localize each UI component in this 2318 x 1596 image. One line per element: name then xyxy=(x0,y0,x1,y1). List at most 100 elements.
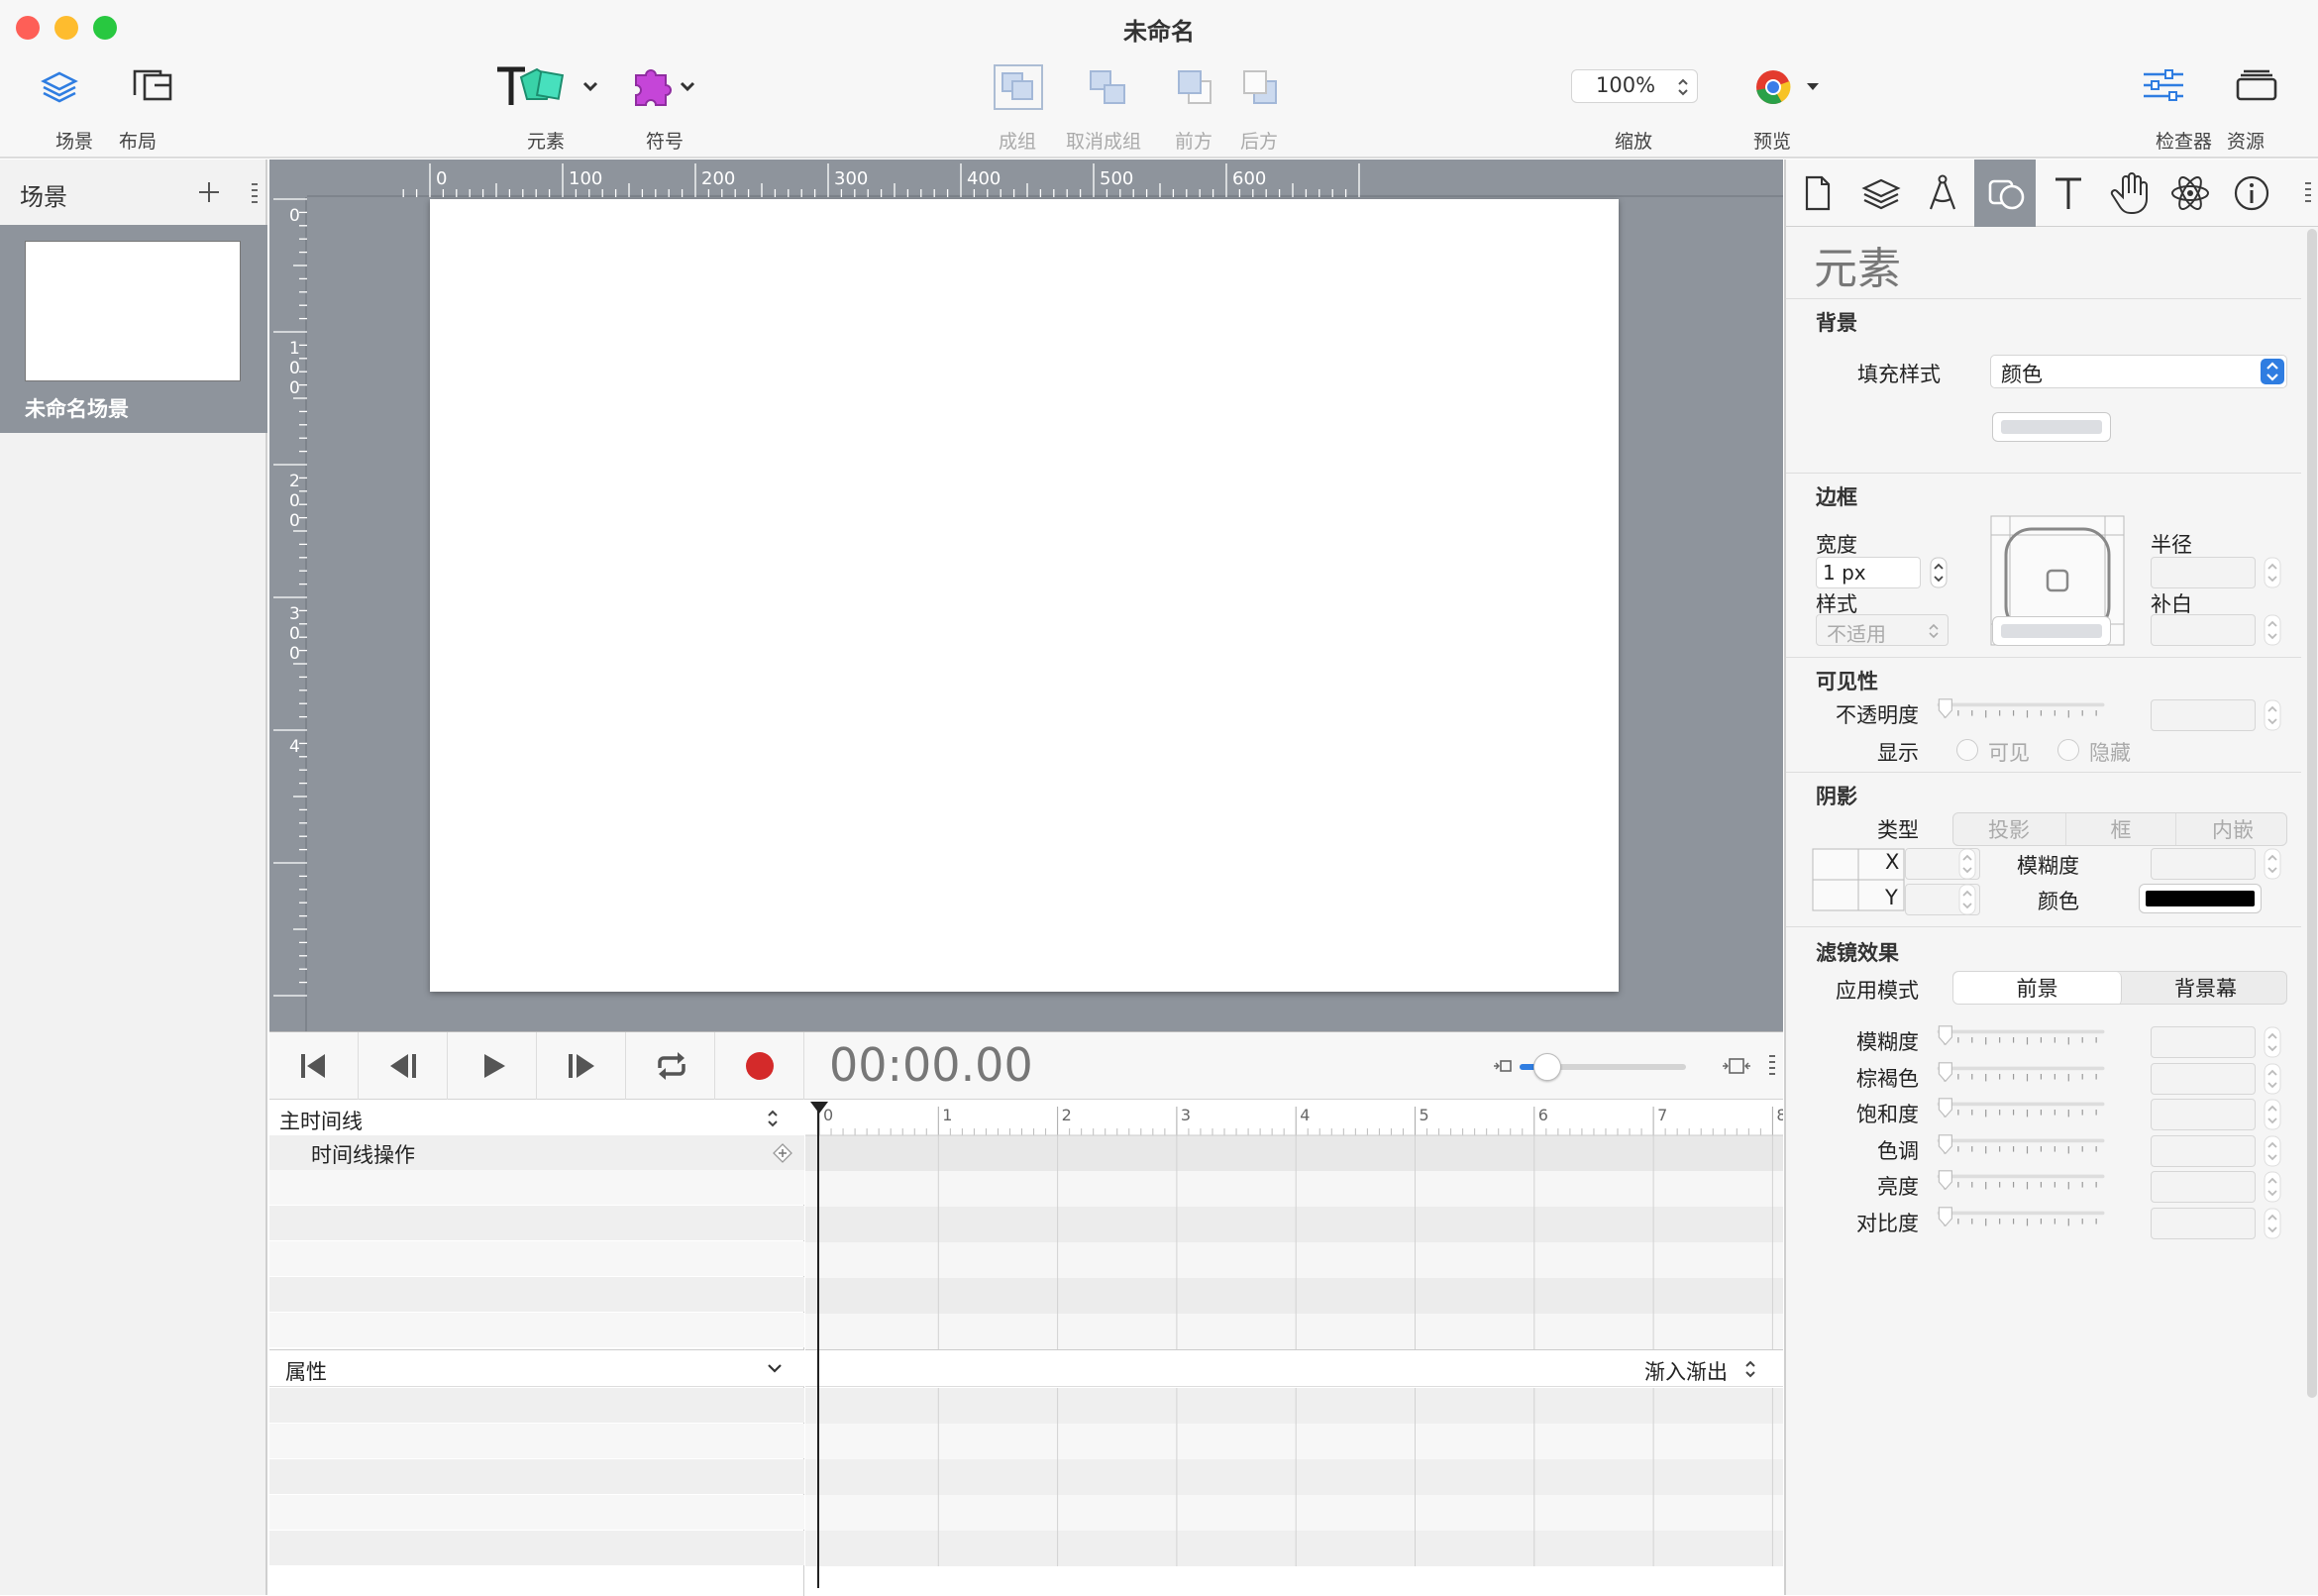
border-radius-field[interactable] xyxy=(2151,557,2256,588)
send-back-button[interactable] xyxy=(1238,65,1284,115)
resize-handle-icon[interactable] xyxy=(1767,1052,1777,1080)
shadow-color-swatch[interactable] xyxy=(2139,884,2262,913)
scene-item[interactable]: 未命名场景 xyxy=(0,225,267,433)
fill-style-select[interactable]: 颜色 xyxy=(1990,355,2287,388)
main-timeline-row[interactable]: 主时间线 xyxy=(269,1101,804,1135)
stepper-icon[interactable] xyxy=(1930,557,1948,588)
stepper-icon[interactable] xyxy=(2264,1135,2281,1167)
updown-icon[interactable] xyxy=(1744,1359,1756,1379)
tab-document[interactable] xyxy=(1786,160,1847,227)
stepper-icon[interactable] xyxy=(2264,1063,2281,1095)
timeline-actions-label: 时间线操作 xyxy=(311,1139,415,1169)
property-row xyxy=(269,1388,804,1423)
tab-physics[interactable] xyxy=(2159,160,2220,227)
resources-toolbar-button[interactable] xyxy=(2235,67,2278,107)
filter-contrast-slider[interactable] xyxy=(1929,1206,2113,1231)
filter-hue-slider[interactable] xyxy=(1929,1133,2113,1159)
border-width-field[interactable]: 1 px xyxy=(1816,557,1921,588)
shadow-blur-label: 模糊度 xyxy=(1974,850,2079,880)
tab-identity[interactable] xyxy=(2220,160,2281,227)
previous-frame-button[interactable] xyxy=(359,1032,448,1100)
updown-icon[interactable] xyxy=(767,1109,779,1128)
stepper-icon[interactable] xyxy=(2264,699,2281,731)
border-style-select[interactable]: 不适用 xyxy=(1816,614,1949,646)
playhead[interactable] xyxy=(817,1103,819,1588)
record-button[interactable] xyxy=(715,1032,804,1100)
timeline-zoom-slider[interactable] xyxy=(1520,1064,1686,1070)
resize-handle-icon[interactable] xyxy=(2303,179,2313,207)
stepper-icon[interactable] xyxy=(2264,1026,2281,1058)
resize-handle-icon[interactable] xyxy=(250,181,260,207)
opacity-slider[interactable] xyxy=(1929,697,2113,723)
inspector-toolbar-button[interactable] xyxy=(2142,67,2185,107)
scenes-toolbar-button[interactable] xyxy=(40,67,79,111)
tab-element[interactable] xyxy=(1974,160,2036,227)
elements-toolbar-button[interactable] xyxy=(495,63,604,113)
filter-sepia-field[interactable] xyxy=(2151,1063,2256,1095)
preview-button[interactable] xyxy=(1753,67,1825,111)
properties-row[interactable]: 属性 xyxy=(269,1349,804,1387)
ruler-label: 500 xyxy=(1100,168,1133,189)
shadow-type-box[interactable]: 框 xyxy=(2065,813,2176,846)
padding-field[interactable] xyxy=(2151,614,2256,646)
filter-saturation-slider[interactable] xyxy=(1929,1097,2113,1122)
stepper-icon[interactable] xyxy=(2264,1171,2281,1203)
shadow-blur-field[interactable] xyxy=(2151,848,2256,880)
tab-typography[interactable] xyxy=(2036,160,2097,227)
layout-toolbar-button[interactable] xyxy=(131,67,174,107)
chevron-down-icon[interactable] xyxy=(767,1362,783,1374)
playhead-icon[interactable] xyxy=(809,1101,829,1115)
zoom-in-icon[interactable] xyxy=(1722,1054,1751,1078)
opacity-field[interactable] xyxy=(2151,699,2256,731)
timeline-second-label: 7 xyxy=(1657,1106,1667,1124)
border-color-swatch[interactable] xyxy=(1992,616,2111,646)
slider-knob[interactable] xyxy=(1533,1053,1561,1081)
filter-contrast-field[interactable] xyxy=(2151,1208,2256,1239)
easing-row[interactable]: 渐入渐出 xyxy=(805,1349,1783,1387)
ungroup-button[interactable] xyxy=(1085,65,1132,115)
stepper-icon[interactable] xyxy=(2264,1099,2281,1130)
add-scene-icon[interactable] xyxy=(198,181,220,203)
fill-style-value: 颜色 xyxy=(2001,359,2043,388)
shadow-type-inset[interactable]: 内嵌 xyxy=(2177,813,2287,846)
filter-blur-slider[interactable] xyxy=(1929,1024,2113,1050)
next-frame-button[interactable] xyxy=(537,1032,626,1100)
hidden-radio[interactable] xyxy=(2057,739,2079,761)
canvas-area[interactable]: 0100200300400500600 01002003004 xyxy=(269,160,1783,1031)
bring-front-button[interactable] xyxy=(1173,65,1218,115)
tab-scene[interactable] xyxy=(1849,160,1911,227)
stepper-icon[interactable] xyxy=(2264,1208,2281,1239)
tab-actions[interactable] xyxy=(2097,160,2159,227)
mode-backdrop[interactable]: 背景幕 xyxy=(2123,972,2287,1005)
stepper-icon[interactable] xyxy=(2264,557,2281,588)
zoom-out-icon[interactable] xyxy=(1493,1054,1515,1078)
shadow-type-drop[interactable]: 投影 xyxy=(1953,813,2064,846)
group-button[interactable] xyxy=(991,61,1046,117)
stepper-icon[interactable] xyxy=(2264,614,2281,646)
filter-saturation-field[interactable] xyxy=(2151,1099,2256,1130)
timeline-actions-row[interactable]: 时间线操作 xyxy=(269,1135,804,1170)
filter-brightness-field[interactable] xyxy=(2151,1171,2256,1203)
shadow-type-segmented[interactable]: 投影 框 内嵌 xyxy=(1952,812,2287,846)
inspector-scrollbar[interactable] xyxy=(2307,229,2317,1398)
stage[interactable] xyxy=(430,199,1619,992)
symbols-toolbar-button[interactable] xyxy=(632,63,701,113)
filter-hue-field[interactable] xyxy=(2151,1135,2256,1167)
apply-mode-segmented[interactable]: 前景 背景幕 xyxy=(1952,971,2287,1005)
filter-blur-field[interactable] xyxy=(2151,1026,2256,1058)
timeline-tracks[interactable]: 012345678 渐入渐出 xyxy=(805,1101,1783,1596)
zoom-field[interactable]: 100% xyxy=(1571,69,1698,103)
fill-color-swatch[interactable] xyxy=(1992,412,2111,442)
filter-sepia-slider[interactable] xyxy=(1929,1061,2113,1087)
document-icon xyxy=(1804,175,1832,211)
filter-brightness-slider[interactable] xyxy=(1929,1169,2113,1195)
play-button[interactable] xyxy=(448,1032,537,1100)
go-to-start-button[interactable] xyxy=(269,1032,359,1100)
visible-radio[interactable] xyxy=(1956,739,1978,761)
add-action-icon[interactable] xyxy=(773,1143,792,1163)
loop-button[interactable] xyxy=(626,1032,715,1100)
stepper-icon[interactable] xyxy=(2264,848,2281,880)
timeline-second-label: 1 xyxy=(942,1106,952,1124)
mode-foreground[interactable]: 前景 xyxy=(1953,972,2122,1005)
tab-metrics[interactable] xyxy=(1911,160,1972,227)
